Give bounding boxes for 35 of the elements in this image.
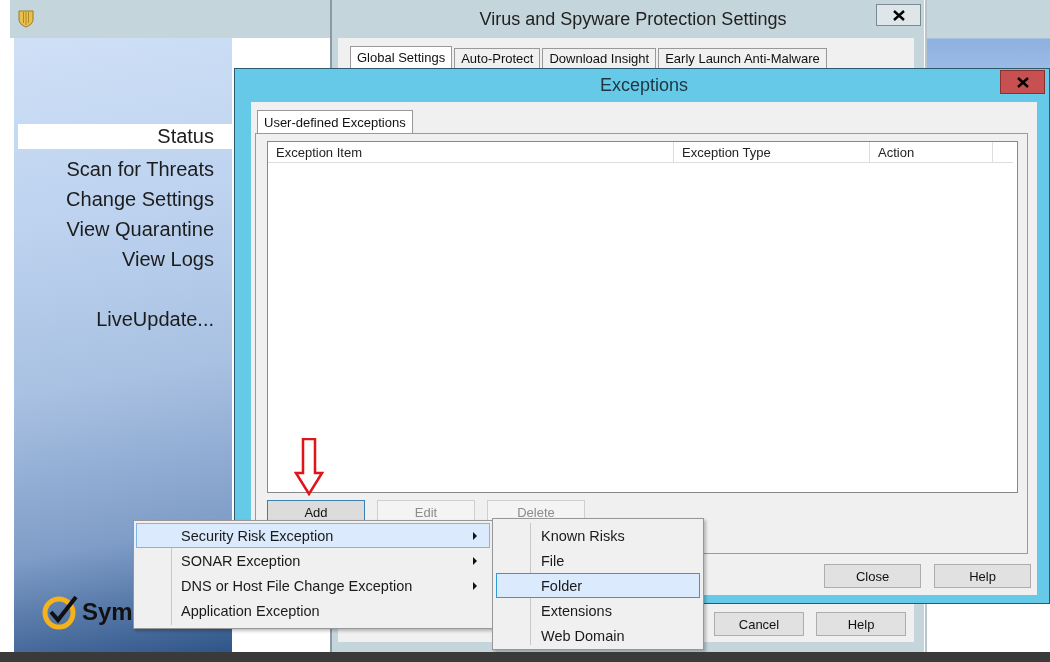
menu-item[interactable]: Extensions [496, 598, 700, 623]
close-button[interactable] [876, 4, 921, 26]
tab[interactable]: Global Settings [350, 46, 453, 68]
menu-item[interactable]: SONAR Exception [136, 548, 490, 573]
dialog-button[interactable]: Help [816, 612, 906, 636]
tab[interactable]: User-defined Exceptions [257, 110, 413, 133]
menu-item[interactable]: Folder [496, 573, 700, 598]
nav-item[interactable]: Change Settings [18, 184, 232, 214]
dialog-title: Virus and Spyware Protection Settings [479, 8, 787, 30]
logo-text: Sym [82, 598, 133, 626]
menu-item[interactable]: Security Risk Exception [136, 523, 490, 548]
close-icon [1016, 76, 1029, 88]
nav-item[interactable]: View Logs [18, 244, 232, 274]
dialog-title: Exceptions [599, 75, 689, 96]
nav-item[interactable]: Scan for Threats [18, 154, 232, 184]
dialog-button[interactable]: Close [824, 564, 921, 588]
menu-item[interactable]: DNS or Host File Change Exception [136, 573, 490, 598]
column-header[interactable]: Action [870, 142, 993, 162]
menu-item[interactable]: Known Risks [496, 523, 700, 548]
shield-icon [18, 10, 34, 28]
column-header[interactable]: Exception Item [268, 142, 674, 162]
close-icon [892, 9, 905, 21]
menu-item[interactable]: File [496, 548, 700, 573]
column-header[interactable]: Exception Type [674, 142, 870, 162]
tab[interactable]: Early Launch Anti-Malware [658, 48, 827, 68]
tab[interactable]: Auto-Protect [454, 48, 541, 68]
menu-item[interactable]: Web Domain [496, 623, 700, 648]
checkmark-logo-icon [42, 594, 80, 630]
nav-item[interactable]: View Quarantine [18, 214, 232, 244]
dialog-button[interactable]: Help [934, 564, 1031, 588]
live-update-link[interactable]: LiveUpdate... [18, 304, 232, 334]
menu-item[interactable]: Application Exception [136, 598, 490, 623]
tab[interactable]: Download Insight [542, 48, 657, 68]
nav-item[interactable]: Status [18, 124, 232, 149]
dialog-button[interactable]: Cancel [714, 612, 804, 636]
